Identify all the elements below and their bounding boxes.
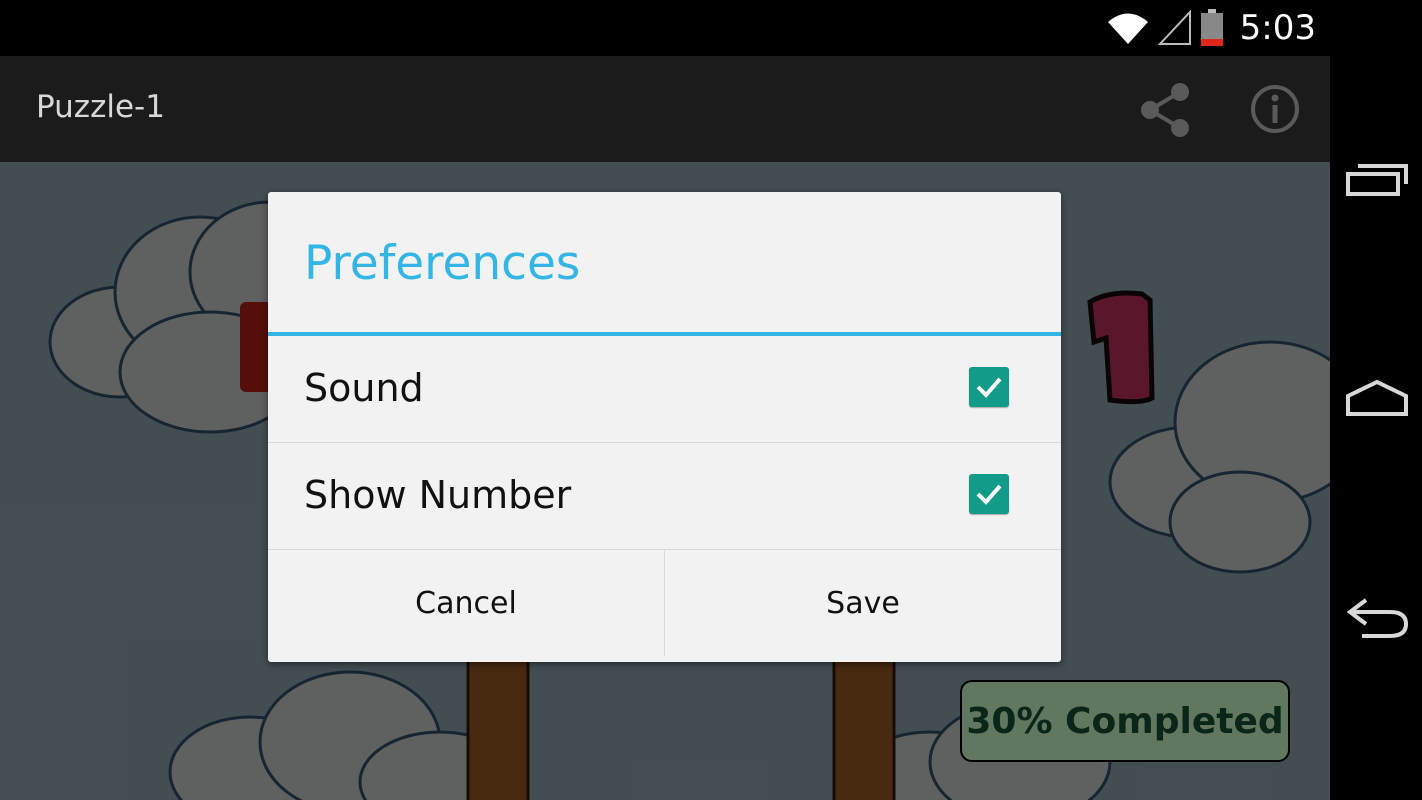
status-bar: 5:03 (0, 0, 1330, 56)
progress-text: 30% Completed (966, 700, 1284, 742)
checkmark-icon (976, 377, 1002, 398)
page-title: Puzzle-1 (36, 89, 165, 125)
dialog-buttons: Cancel Save (268, 550, 1061, 656)
checkmark-icon (976, 484, 1002, 505)
recent-apps-icon[interactable] (1344, 158, 1410, 202)
action-bar: Puzzle-1 (0, 56, 1330, 162)
cancel-button[interactable]: Cancel (268, 550, 664, 656)
sound-checkbox[interactable] (969, 367, 1009, 407)
progress-badge: 30% Completed (960, 680, 1290, 762)
pref-label-sound: Sound (304, 366, 424, 410)
dialog-title: Preferences (268, 192, 1061, 336)
cell-signal-icon (1157, 10, 1191, 45)
battery-icon (1200, 9, 1223, 46)
pref-label-show-number: Show Number (304, 473, 572, 517)
save-button[interactable]: Save (664, 550, 1061, 656)
pref-row-sound[interactable]: Sound (268, 336, 1061, 443)
share-icon[interactable] (1136, 80, 1196, 140)
home-icon[interactable] (1344, 376, 1410, 420)
clock: 5:03 (1239, 8, 1316, 48)
navigation-bar (1330, 0, 1422, 800)
show-number-checkbox[interactable] (969, 474, 1009, 514)
preferences-dialog: Preferences Sound Show Number Cancel Sav… (268, 192, 1061, 662)
pref-row-show-number[interactable]: Show Number (268, 443, 1061, 550)
wifi-icon (1107, 13, 1148, 44)
back-icon[interactable] (1344, 596, 1410, 640)
info-icon[interactable] (1248, 82, 1302, 136)
